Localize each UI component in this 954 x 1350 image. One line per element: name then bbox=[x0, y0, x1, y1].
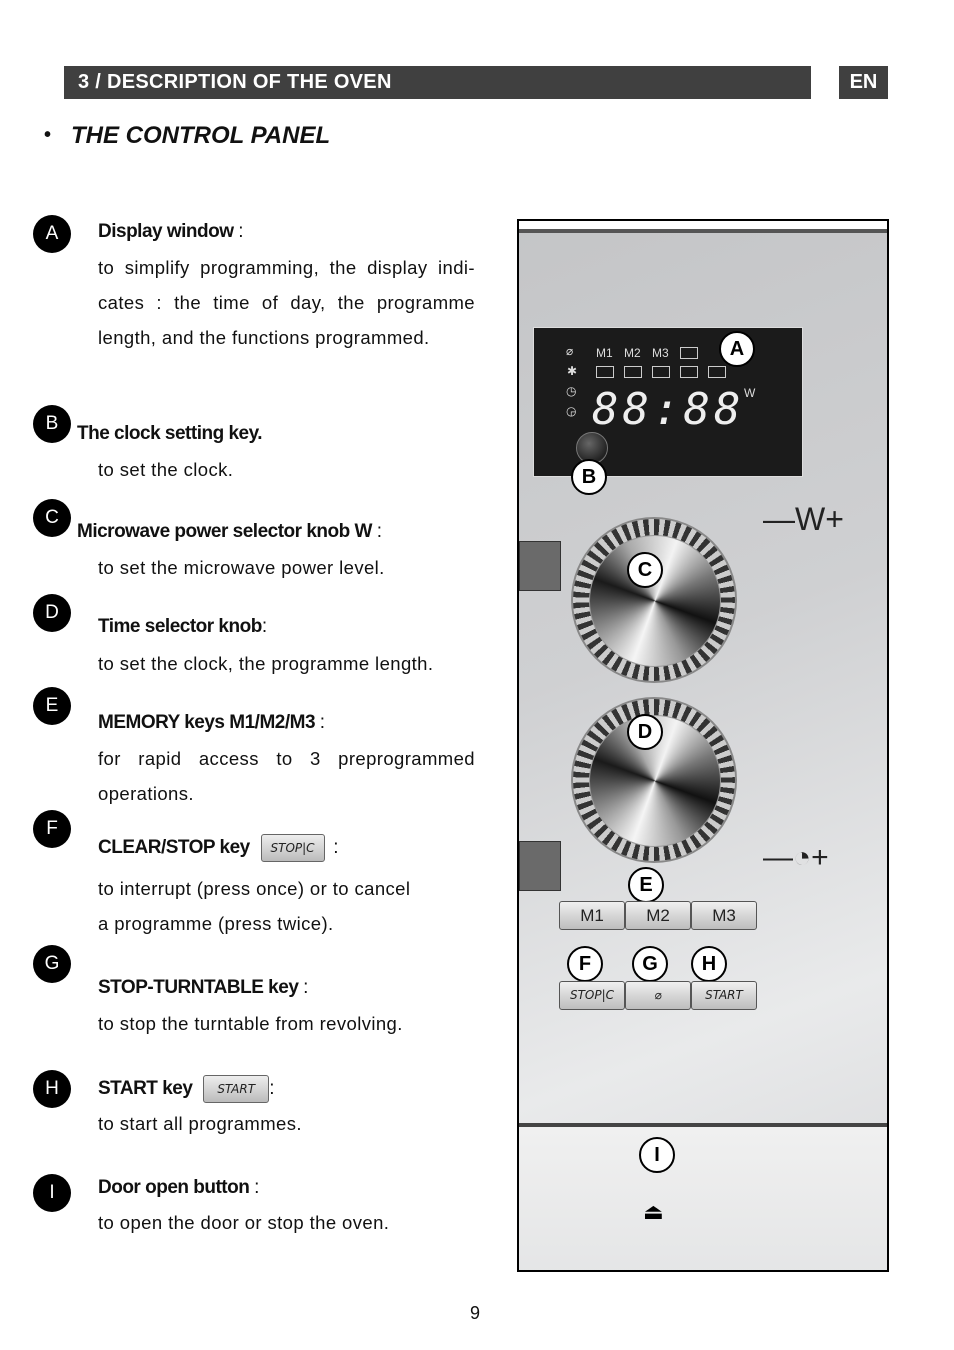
badge-g: G bbox=[33, 945, 71, 983]
item-desc-stop-turntable-key: to stop the turntable from revolving. bbox=[98, 1013, 403, 1034]
language-badge: EN bbox=[839, 66, 888, 99]
section-heading: • THE CONTROL PANEL bbox=[44, 122, 330, 150]
grill-combi-icon bbox=[708, 366, 726, 378]
title-text: Door open button bbox=[98, 1177, 250, 1198]
callout-g: G bbox=[632, 946, 668, 982]
start-key-image: START bbox=[203, 1075, 270, 1103]
bullet: • bbox=[44, 124, 52, 146]
grill-icon bbox=[680, 347, 698, 359]
stop-turntable-key[interactable]: ⌀ bbox=[625, 981, 691, 1010]
item-title-clock-key: The clock setting key. bbox=[77, 423, 263, 444]
panel-side-tab bbox=[519, 841, 561, 891]
turntable-icon: ⌀ bbox=[566, 344, 574, 358]
title-suffix: : bbox=[315, 712, 325, 733]
memory-key-row: M1 M2 M3 bbox=[559, 901, 757, 930]
callout-a: A bbox=[719, 331, 755, 367]
m1-key[interactable]: M1 bbox=[559, 901, 625, 930]
badge-a: A bbox=[33, 215, 71, 253]
title-suffix: : bbox=[298, 977, 308, 998]
item-title-power-knob: Microwave power selector knob W : bbox=[77, 521, 382, 543]
stop-key-image: STOP|C bbox=[260, 834, 325, 862]
badge-i: I bbox=[33, 1174, 71, 1212]
title-suffix: : bbox=[328, 837, 339, 859]
defrost-icon: ✱ bbox=[567, 364, 578, 378]
control-panel-illustration: ⌀ ✱ ◷ ◶ M1 M2 M3 88:88 W A B C —W+ D —◔+… bbox=[517, 219, 889, 1272]
item-title-stop-turntable-key: STOP-TURNTABLE key : bbox=[98, 977, 308, 999]
title-text: MEMORY keys M1/M2/M3 bbox=[98, 712, 316, 733]
item-desc-start-key: to start all programmes. bbox=[98, 1113, 302, 1134]
power-level-1-icon bbox=[596, 366, 614, 378]
title-text: Display window bbox=[98, 221, 234, 242]
combi-icon bbox=[680, 366, 698, 378]
section-header: 3 / DESCRIPTION OF THE OVEN bbox=[64, 66, 811, 99]
display-m2: M2 bbox=[624, 346, 641, 360]
callout-e: E bbox=[628, 867, 664, 903]
display-digits: 88:88 bbox=[592, 384, 745, 435]
function-key-row: STOP|C ⌀ START bbox=[559, 981, 757, 1010]
badge-e: E bbox=[33, 687, 71, 725]
time-label: —◔+ bbox=[763, 841, 829, 874]
stop-clear-key[interactable]: STOP|C bbox=[559, 981, 625, 1010]
section-heading-text: THE CONTROL PANEL bbox=[71, 122, 331, 149]
door-open-button[interactable]: ⏏ bbox=[643, 1199, 664, 1225]
item-desc-memory-keys: for rapid access to 3 preprogrammed oper… bbox=[98, 748, 475, 804]
watt-unit: W bbox=[744, 386, 756, 400]
title-text: STOP-TURNTABLE key bbox=[98, 977, 299, 998]
item-title-memory-keys: MEMORY keys M1/M2/M3 : bbox=[98, 712, 325, 734]
item-desc-power-knob: to set the microwave power level. bbox=[98, 557, 385, 578]
title-text: START key bbox=[98, 1078, 193, 1100]
desc-line: to interrupt (press once) or to cancel bbox=[98, 878, 411, 899]
item-title-door-open: Door open button : bbox=[98, 1177, 259, 1199]
item-desc-time-knob: to set the clock, the programme length. bbox=[98, 653, 434, 674]
title-suffix: : bbox=[261, 616, 267, 637]
title-text: CLEAR/STOP key bbox=[98, 837, 250, 859]
item-desc-display-window: to simplify programming, the display ind… bbox=[98, 257, 475, 348]
power-level-2-icon bbox=[624, 366, 642, 378]
callout-b: B bbox=[571, 459, 607, 495]
clock-icon: ◷ bbox=[566, 384, 577, 398]
item-desc-door-open: to open the door or stop the oven. bbox=[98, 1212, 390, 1233]
badge-f: F bbox=[33, 810, 71, 848]
badge-b: B bbox=[33, 405, 71, 443]
title-suffix: : bbox=[269, 1078, 274, 1100]
item-title-display-window: Display window : bbox=[98, 221, 244, 243]
m2-key[interactable]: M2 bbox=[625, 901, 691, 930]
badge-c: C bbox=[33, 499, 71, 537]
callout-i: I bbox=[639, 1137, 675, 1173]
display-m1: M1 bbox=[596, 346, 613, 360]
power-label: —W+ bbox=[763, 501, 844, 537]
panel-top-strip bbox=[519, 221, 887, 233]
display-window: ⌀ ✱ ◷ ◶ M1 M2 M3 88:88 W bbox=[533, 327, 803, 477]
power-level-3-icon bbox=[652, 366, 670, 378]
power-selector-knob[interactable] bbox=[573, 519, 735, 681]
m3-key[interactable]: M3 bbox=[691, 901, 757, 930]
item-title-time-knob: Time selector knob: bbox=[98, 616, 267, 638]
callout-c: C bbox=[627, 552, 663, 588]
display-m3: M3 bbox=[652, 346, 669, 360]
page-number: 9 bbox=[470, 1303, 481, 1323]
badge-d: D bbox=[33, 594, 71, 632]
item-desc-clock-key: to set the clock. bbox=[98, 459, 234, 480]
badge-h: H bbox=[33, 1070, 71, 1108]
callout-f: F bbox=[567, 946, 603, 982]
start-key[interactable]: START bbox=[691, 981, 757, 1010]
timer-icon: ◶ bbox=[566, 404, 577, 418]
item-desc-clear-stop-key: to interrupt (press once) or to cancel a… bbox=[98, 871, 475, 941]
callout-h: H bbox=[691, 946, 727, 982]
desc-line: a programme (press twice). bbox=[98, 913, 334, 934]
panel-side-tab bbox=[519, 541, 561, 591]
title-suffix: : bbox=[371, 521, 382, 542]
callout-d: D bbox=[627, 714, 663, 750]
title-text: Microwave power selector knob W bbox=[77, 521, 372, 542]
title-suffix: : bbox=[249, 1177, 259, 1198]
title-text: Time selector knob bbox=[98, 616, 262, 637]
item-title-start-key: START key START: bbox=[98, 1075, 274, 1103]
title-suffix: : bbox=[233, 221, 244, 242]
door-open-area: I ⏏ bbox=[519, 1123, 887, 1270]
item-title-clear-stop-key: CLEAR/STOP key STOP|C : bbox=[98, 834, 339, 862]
